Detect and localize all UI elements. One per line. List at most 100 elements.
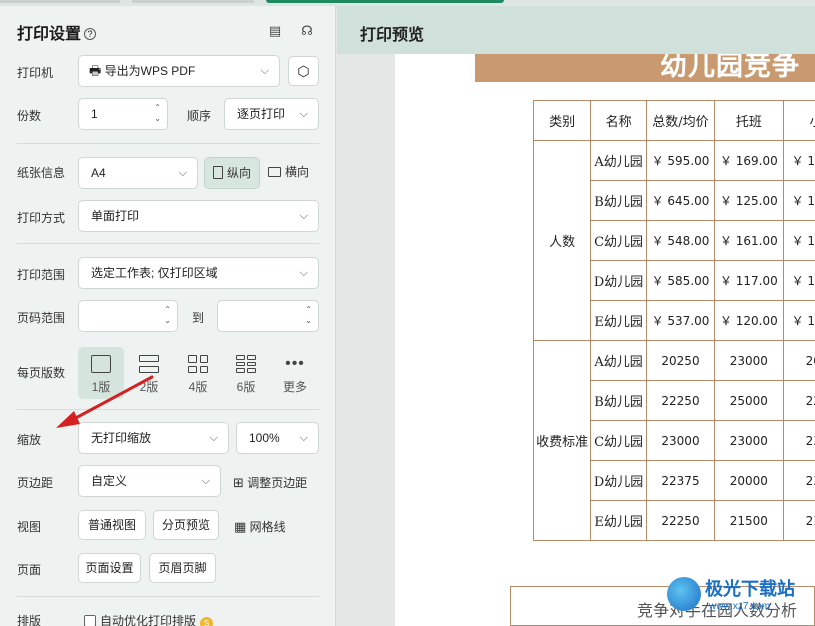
tab-active[interactable]: [266, 0, 504, 3]
hexagon-settings-icon: ⬡: [297, 63, 310, 79]
group-cell: 人数: [532, 140, 592, 341]
page-from-input[interactable]: ⌃ ⌄: [78, 300, 178, 332]
preview-header: 打印预览: [337, 6, 815, 54]
table-cell: ￥ 585.00: [645, 260, 716, 301]
chevron-down-icon: ⌵: [299, 267, 308, 279]
watermark: 极光下载站 www.xz7.com: [667, 573, 815, 626]
table-cell: A幼儿园: [590, 340, 647, 381]
printer-label: 打印机: [17, 66, 54, 80]
stepper-icon[interactable]: ⌃ ⌄: [164, 304, 171, 326]
copies-value: 1: [91, 107, 98, 121]
scale-select[interactable]: 无打印缩放 ⌵: [78, 422, 229, 454]
premium-coin-icon: S: [200, 617, 214, 626]
table-cell: A幼儿园: [590, 140, 647, 181]
table-cell: 23000: [645, 420, 716, 461]
page-range-label: 页码范围: [17, 311, 66, 325]
data-table: 类别 名称 总数/均价 托班 小 人数 A幼儿园 ￥ 595.00 ￥ 169.…: [532, 100, 815, 541]
table-cell: ￥ 169.00: [714, 140, 784, 181]
table-cell: 22375: [645, 460, 716, 501]
print-range-select[interactable]: 选定工作表; 仅打印区域 ⌵: [78, 257, 319, 289]
header-cell: 名称: [590, 100, 647, 141]
header-footer-button[interactable]: 页眉页脚: [149, 553, 216, 583]
pps-4-option[interactable]: 4版: [175, 347, 221, 399]
scale-value: 无打印缩放: [91, 431, 152, 445]
page-layout-icon[interactable]: ▤: [267, 23, 283, 39]
sheet-title-banner: 幼儿园竞争: [475, 54, 815, 82]
preview-area[interactable]: 幼儿园竞争 类别 名称 总数/均价 托班 小 人数 A幼儿园 ￥ 595.00 …: [337, 54, 815, 626]
table-cell: 220: [782, 380, 815, 421]
margin-label: 页边距: [17, 476, 54, 490]
auto-optimize-checkbox[interactable]: 自动优化打印排版 S: [84, 612, 214, 626]
checkbox-icon[interactable]: [84, 615, 96, 626]
table-cell: ￥ 161.00: [714, 220, 784, 261]
watermark-url: www.xz7.com: [709, 601, 771, 612]
print-mode-label: 打印方式: [17, 211, 66, 225]
pps-1-option[interactable]: 1版: [78, 347, 124, 399]
landscape-button[interactable]: 横向: [268, 163, 309, 180]
margin-select[interactable]: 自定义 ⌵: [78, 465, 221, 497]
gridlines-toggle[interactable]: ▦ 网格线: [234, 518, 286, 535]
table-cell: ￥ 125.00: [714, 180, 784, 221]
page-to-input[interactable]: ⌃ ⌄: [217, 300, 319, 332]
tab-inactive-1[interactable]: [0, 0, 120, 3]
grid-icon: ▦: [234, 519, 247, 534]
paper-label: 纸张信息: [17, 166, 66, 180]
portrait-button[interactable]: 纵向: [204, 157, 260, 189]
scale-label: 缩放: [17, 433, 42, 447]
pps-4-label: 4版: [188, 380, 208, 394]
table-cell: ￥ 595.00: [645, 140, 716, 181]
printer-select[interactable]: 🖶 导出为WPS PDF ⌵: [78, 55, 280, 87]
adjust-margin-button[interactable]: ⊞ 调整页边距: [233, 474, 307, 491]
table-cell: D幼儿园: [590, 260, 647, 301]
pps-2-label: 2版: [139, 380, 159, 394]
printer-settings-button[interactable]: ⬡: [288, 56, 319, 86]
preview-title: 打印预览: [360, 27, 425, 44]
chevron-down-icon: ⌵: [299, 108, 308, 120]
table-cell: E幼儿园: [590, 500, 647, 541]
stepper-icon[interactable]: ⌃ ⌄: [305, 304, 312, 326]
print-mode-value: 单面打印: [91, 209, 140, 223]
page-setup-button[interactable]: 页面设置: [78, 553, 141, 583]
table-cell: ￥ 117.00: [714, 260, 784, 301]
paper-size-value: A4: [91, 166, 106, 180]
paper-size-select[interactable]: A4 ⌵: [78, 157, 198, 189]
table-cell: ￥ 14: [782, 140, 815, 181]
table-cell: ￥ 645.00: [645, 180, 716, 221]
two-pages-icon: [139, 355, 159, 373]
pps-1-label: 1版: [91, 380, 111, 394]
tab-inactive-2[interactable]: [132, 0, 254, 3]
stepper-icon[interactable]: ⌃ ⌄: [154, 102, 161, 124]
table-cell: ￥ 537.00: [645, 300, 716, 341]
table-cell: B幼儿园: [590, 380, 647, 421]
table-cell: ￥ 11: [782, 300, 815, 341]
table-cell: 20250: [645, 340, 716, 381]
normal-view-button[interactable]: 普通视图: [78, 510, 146, 540]
layout-label: 排版: [17, 614, 42, 626]
page-break-view-button[interactable]: 分页预览: [153, 510, 219, 540]
print-settings-panel: 打印设置? ▤ ☊ 打印机 🖶 导出为WPS PDF ⌵ ⬡ 份数 1 ⌃ ⌄ 顺…: [0, 6, 336, 626]
help-icon[interactable]: ?: [84, 28, 97, 40]
pps-6-option[interactable]: 6版: [223, 347, 269, 399]
one-page-icon: [91, 355, 111, 373]
printer-icon: 🖶: [89, 63, 102, 78]
copies-input[interactable]: 1 ⌃ ⌄: [78, 98, 168, 130]
divider: [17, 143, 319, 144]
table-cell: D幼儿园: [590, 460, 647, 501]
header-cell: 类别: [532, 100, 592, 141]
copies-label: 份数: [17, 109, 42, 123]
more-dots-icon: •••: [285, 355, 305, 372]
header-cell: 托班: [714, 100, 784, 141]
pps-2-option[interactable]: 2版: [126, 347, 172, 399]
table-cell: ￥ 120.00: [714, 300, 784, 341]
print-mode-select[interactable]: 单面打印 ⌵: [78, 200, 319, 232]
zoom-select[interactable]: 100% ⌵: [236, 422, 319, 454]
divider: [17, 243, 319, 244]
order-select[interactable]: 逐页打印 ⌵: [224, 98, 319, 130]
pps-more-option[interactable]: ••• 更多: [272, 347, 318, 399]
headset-icon[interactable]: ☊: [299, 23, 315, 39]
table-cell: 20000: [714, 460, 784, 501]
table-cell: ￥ 548.00: [645, 220, 716, 261]
print-range-label: 打印范围: [17, 268, 66, 282]
chevron-down-icon: ⌵: [299, 432, 308, 444]
landscape-page-icon: [268, 167, 281, 177]
